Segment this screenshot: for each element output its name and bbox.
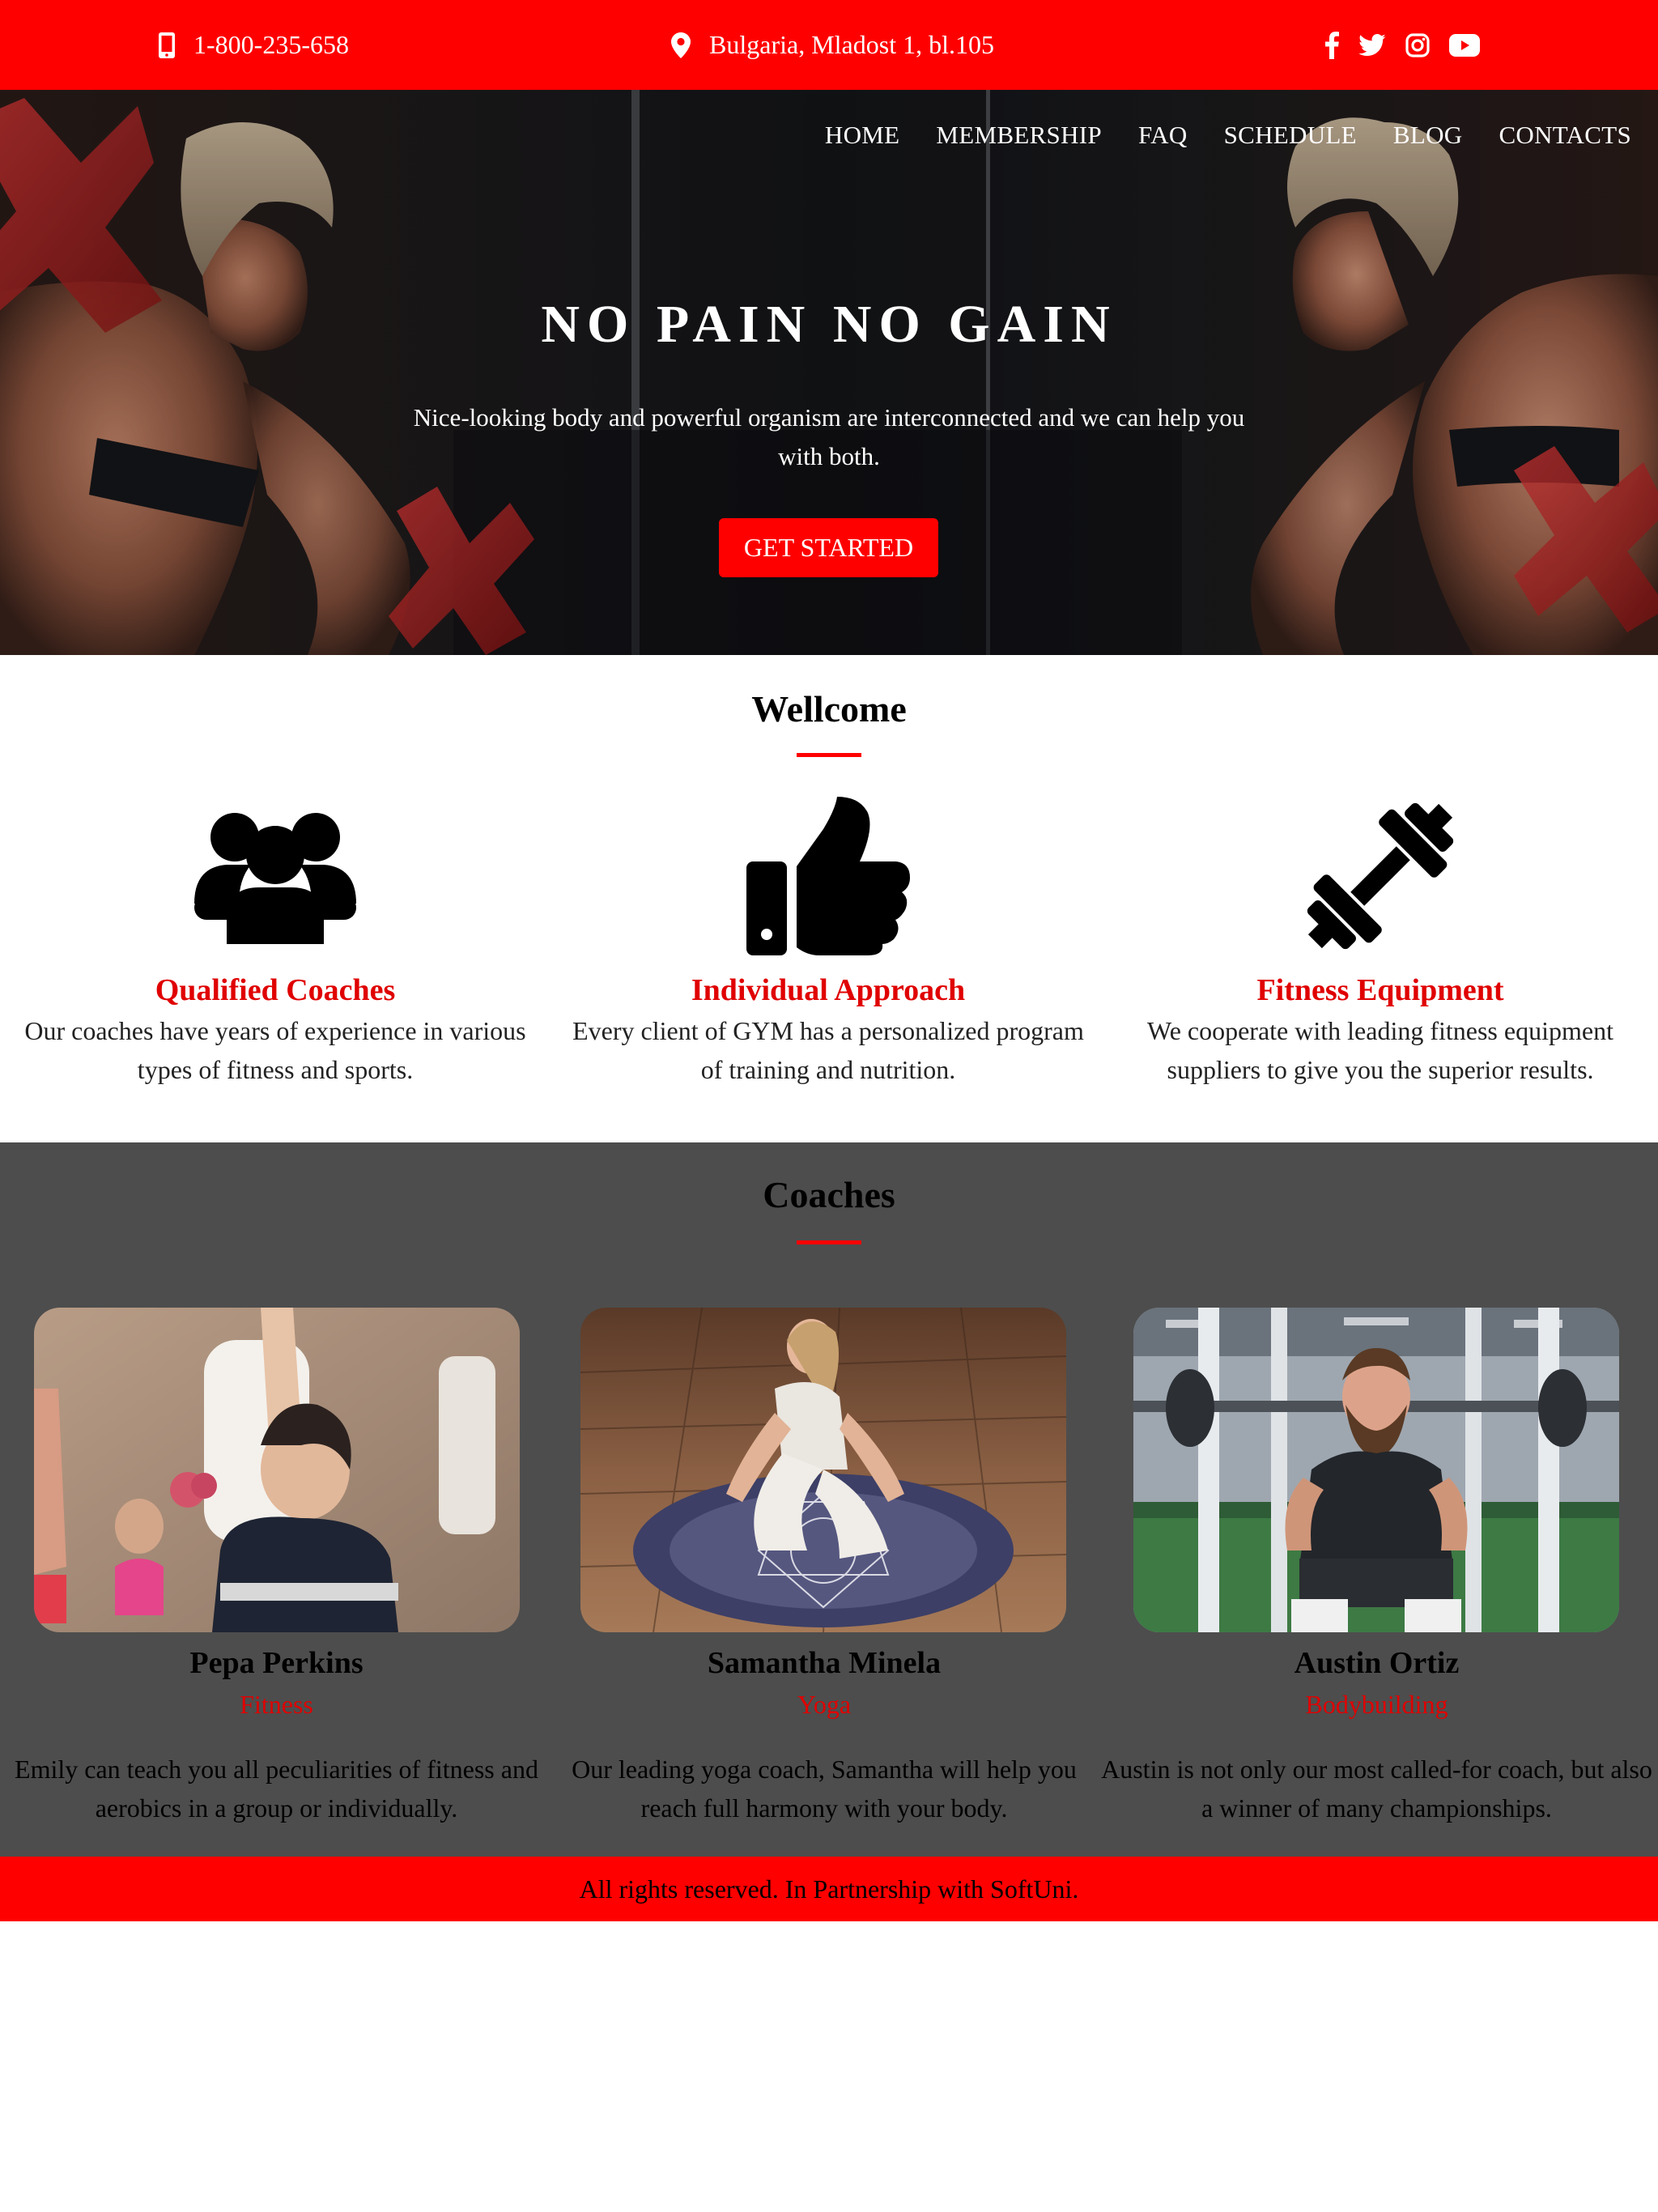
coach-role: Bodybuilding	[1305, 1690, 1448, 1719]
coach-role: Fitness	[240, 1690, 313, 1719]
coaches-section: Coaches Pepa Perkins Fitness Emily can t…	[0, 1142, 1658, 1857]
facebook-icon[interactable]	[1324, 31, 1339, 59]
twitter-icon[interactable]	[1358, 33, 1386, 57]
social-links	[1324, 0, 1480, 90]
get-started-button[interactable]: GET STARTED	[719, 518, 938, 577]
nav-schedule[interactable]: SCHEDULE	[1224, 121, 1357, 150]
footer-text: All rights reserved. In Partnership with…	[579, 1874, 1079, 1904]
footer: All rights reserved. In Partnership with…	[0, 1857, 1658, 1921]
thumbs-up-icon	[746, 797, 910, 955]
dumbbell-icon	[1307, 802, 1454, 950]
coach-photo[interactable]	[580, 1308, 1066, 1632]
nav-faq[interactable]: FAQ	[1138, 121, 1188, 150]
hero-text: Nice-looking body and powerful organism …	[413, 403, 1245, 470]
feature-title: Fitness Equipment	[1256, 973, 1504, 1007]
nav-membership[interactable]: MEMBERSHIP	[936, 121, 1102, 150]
hero-title: NO PAIN NO GAIN	[541, 295, 1117, 354]
address-text: Bulgaria, Mladost 1, bl.105	[709, 30, 994, 59]
phone-contact[interactable]: 1-800-235-658	[158, 0, 349, 90]
main-nav: HOME MEMBERSHIP FAQ SCHEDULE BLOG CONTAC…	[825, 121, 1631, 150]
coach-photo[interactable]	[34, 1308, 520, 1632]
coach-photo[interactable]	[1133, 1308, 1619, 1632]
title-underline	[797, 753, 861, 757]
coach-bio: Austin is not only our most called-for c…	[1101, 1755, 1652, 1823]
welcome-title: Wellcome	[751, 688, 907, 730]
coach-name: Samantha Minela	[707, 1646, 942, 1680]
feature-title: Qualified Coaches	[155, 973, 396, 1007]
hero-section: HOME MEMBERSHIP FAQ SCHEDULE BLOG CONTAC…	[0, 90, 1658, 655]
address-contact[interactable]: Bulgaria, Mladost 1, bl.105	[670, 0, 994, 90]
mobile-phone-icon	[159, 32, 175, 58]
nav-blog[interactable]: BLOG	[1393, 121, 1463, 150]
coaches-title: Coaches	[763, 1174, 895, 1215]
coach-bio: Emily can teach you all peculiarities of…	[15, 1755, 538, 1823]
map-marker-icon	[671, 32, 691, 58]
top-bar: 1-800-235-658 Bulgaria, Mladost 1, bl.10…	[0, 0, 1658, 90]
feature-title: Individual Approach	[691, 973, 966, 1007]
feature-text: We cooperate with leading fitness equipm…	[1147, 1016, 1613, 1084]
coach-bio: Our leading yoga coach, Samantha will he…	[572, 1755, 1077, 1823]
instagram-icon[interactable]	[1405, 32, 1430, 57]
phone-number: 1-800-235-658	[193, 30, 349, 59]
coach-role: Yoga	[797, 1690, 852, 1719]
coach-name: Pepa Perkins	[189, 1646, 363, 1680]
nav-home[interactable]: HOME	[825, 121, 899, 150]
nav-contacts[interactable]: CONTACTS	[1499, 121, 1631, 150]
feature-text: Every client of GYM has a personalized p…	[572, 1016, 1084, 1084]
coach-name: Austin Ortiz	[1294, 1646, 1460, 1680]
title-underline	[797, 1240, 861, 1244]
welcome-section: Wellcome Qualified Coaches Our coaches h…	[0, 655, 1658, 1142]
feature-text: Our coaches have years of experience in …	[24, 1016, 526, 1084]
users-icon	[194, 813, 356, 944]
youtube-icon[interactable]	[1449, 33, 1480, 57]
